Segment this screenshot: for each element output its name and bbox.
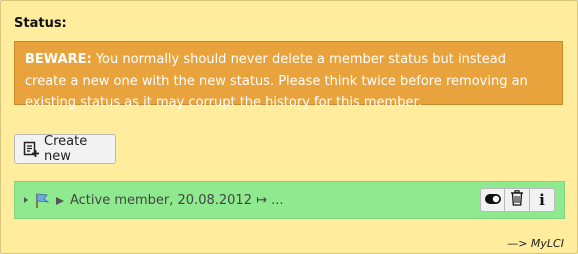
warning-box: BEWARE: You normally should never delete… [14, 41, 563, 110]
status-panel: Status: BEWARE: You normally should neve… [0, 0, 578, 254]
expand-arrow-icon[interactable] [23, 195, 29, 205]
toggle-button[interactable] [480, 188, 505, 212]
info-button[interactable]: i [530, 188, 555, 212]
create-new-button[interactable]: Create new [14, 134, 116, 164]
toggle-icon [484, 193, 501, 208]
create-new-label: Create new [44, 134, 88, 164]
info-icon: i [539, 191, 545, 209]
delete-button[interactable] [505, 188, 530, 212]
row-actions: i [480, 188, 555, 212]
warning-label: BEWARE: [25, 52, 92, 67]
mylci-link[interactable]: —> MyLCI [507, 237, 564, 250]
create-document-icon [23, 141, 39, 157]
status-row[interactable]: Active member, 20.08.2012 ↦ ... i [14, 181, 565, 219]
flag-icon [33, 191, 51, 209]
status-row-label: Active member, 20.08.2012 ↦ ... [70, 192, 284, 208]
play-icon [55, 195, 65, 205]
trash-icon [510, 190, 524, 210]
warning-text: You normally should never delete a membe… [25, 52, 528, 110]
section-title: Status: [14, 16, 67, 31]
